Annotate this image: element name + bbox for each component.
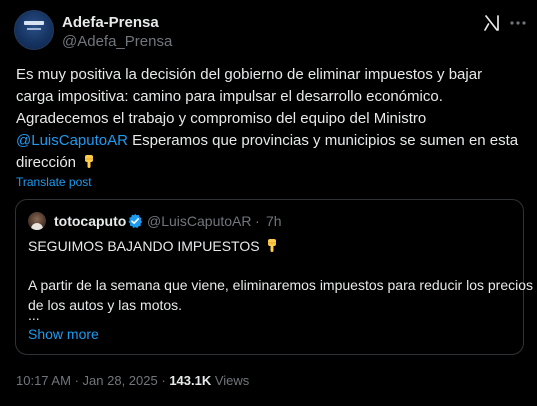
- quoted-post-body: A partir de la semana que viene, elimina…: [28, 275, 534, 315]
- post-date[interactable]: Jan 28, 2025: [83, 373, 158, 388]
- meta-separator: ·: [161, 373, 166, 388]
- author-display-name[interactable]: Adefa-Prensa: [62, 14, 159, 31]
- avatar-figure: [31, 223, 43, 230]
- views-label: Views: [214, 373, 250, 388]
- post-text: Es muy positiva la decisión del gobierno…: [16, 64, 521, 174]
- post-text-line: Es muy positiva la decisión del gobierno…: [16, 66, 483, 83]
- post-text-fragment: dirección: [16, 154, 77, 171]
- post-meta: 10:17 AM · Jan 28, 2025 · 143.1K Views: [16, 373, 249, 388]
- quoted-ellipsis: ...: [28, 307, 40, 323]
- verified-badge-icon: [128, 213, 143, 229]
- quoted-post-time[interactable]: 7h: [266, 213, 282, 229]
- quoted-post-headline: SEGUIMOS BAJANDO IMPUESTOS: [28, 236, 279, 256]
- post-text-line: dirección: [16, 152, 521, 174]
- author-handle[interactable]: @Adefa_Prensa: [62, 33, 172, 50]
- quoted-author-handle[interactable]: @LuisCaputoAR: [147, 213, 252, 229]
- avatar-logo-bar: [24, 21, 44, 25]
- quoted-separator: ·: [255, 213, 260, 229]
- quoted-headline-text: SEGUIMOS BAJANDO IMPUESTOS: [28, 238, 260, 254]
- post-text-line: Agradecemos el trabajo y compromiso del …: [16, 110, 427, 127]
- post-text-line: carga impositiva: camino para impulsar e…: [16, 88, 443, 105]
- quoted-post-card[interactable]: totocaputo @LuisCaputoAR · 7h SEGUIMOS B…: [15, 199, 534, 355]
- post-container: Adefa-Prensa @Adefa_Prensa Es muy positi…: [0, 0, 537, 406]
- quoted-author-avatar[interactable]: [28, 212, 46, 230]
- mention-link[interactable]: @LuisCaputoAR: [16, 132, 128, 149]
- meta-separator: ·: [74, 373, 79, 388]
- post-text-fragment: Esperamos que provincias y municipios se…: [127, 132, 519, 149]
- pointing-down-emoji-icon: [268, 239, 277, 252]
- quoted-body-line: A partir de la semana que viene, elimina…: [28, 277, 534, 293]
- author-avatar[interactable]: [14, 10, 54, 50]
- pointing-down-emoji-icon: [85, 155, 94, 168]
- quoted-body-line: de los autos y las motos.: [28, 297, 183, 313]
- avatar-logo-line: [27, 28, 41, 30]
- post-text-line: @LuisCaputoAR Esperamos que provincias y…: [16, 130, 521, 152]
- quoted-author-display-name[interactable]: totocaputo: [54, 213, 126, 229]
- translate-post-link[interactable]: Translate post: [16, 175, 92, 189]
- post-time[interactable]: 10:17 AM: [16, 373, 71, 388]
- more-horizontal-icon[interactable]: [508, 13, 528, 33]
- views-count: 143.1K: [169, 373, 212, 388]
- grok-icon[interactable]: [482, 13, 502, 33]
- show-more-link[interactable]: Show more: [28, 326, 99, 342]
